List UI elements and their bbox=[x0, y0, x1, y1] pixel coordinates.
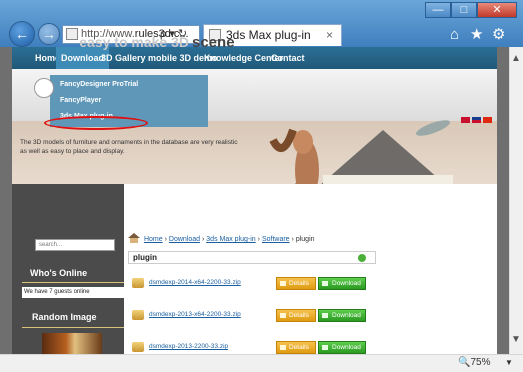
breadcrumb-separator: › bbox=[164, 236, 167, 243]
details-button[interactable]: Details bbox=[276, 309, 316, 322]
vertical-scrollbar[interactable] bbox=[509, 47, 523, 354]
highlight-ring bbox=[44, 116, 148, 130]
status-ok-icon bbox=[358, 254, 366, 262]
close-icon[interactable]: ✕ bbox=[477, 2, 517, 18]
search-input[interactable]: search... bbox=[35, 239, 115, 251]
random-image[interactable] bbox=[42, 333, 102, 354]
guests-online-text: We have 7 guests online bbox=[22, 287, 124, 298]
hero-title: easy to make 3D scene bbox=[79, 34, 235, 51]
gear-icon[interactable]: ⚙ bbox=[492, 25, 505, 43]
hero-description: The 3D models of furniture and ornaments… bbox=[20, 139, 238, 155]
divider bbox=[22, 282, 124, 283]
menu-item-fancydesigner[interactable]: FancyDesigner ProTrial bbox=[60, 81, 138, 88]
page-icon bbox=[66, 28, 78, 40]
file-link[interactable]: dsmdexp-2013-x64-2200-33.zip bbox=[149, 311, 241, 318]
download-button[interactable]: Download bbox=[318, 277, 366, 290]
random-image-heading: Random Image bbox=[32, 312, 97, 322]
details-button[interactable]: Details bbox=[276, 277, 316, 290]
tab-title: 3ds Max plug-in bbox=[226, 28, 311, 42]
file-link[interactable]: dsmdexp-2013-2200-33.zip bbox=[149, 343, 228, 350]
breadcrumb: Home › Download › 3ds Max plug-in › Soft… bbox=[128, 236, 315, 243]
download-button[interactable]: Download bbox=[318, 309, 366, 322]
breadcrumb-current: plugin bbox=[295, 236, 315, 243]
forward-button[interactable]: → bbox=[38, 23, 60, 45]
hero-title-text: scene bbox=[192, 34, 235, 51]
breadcrumb-download[interactable]: Download bbox=[169, 236, 200, 243]
flag-icon[interactable] bbox=[461, 117, 470, 123]
breadcrumb-home[interactable]: Home bbox=[144, 236, 163, 243]
current-folder-box: plugin bbox=[128, 251, 376, 264]
folder-icon bbox=[132, 310, 144, 320]
zoom-value: 75% bbox=[470, 357, 491, 368]
forward-arrow-icon: → bbox=[42, 26, 56, 42]
breadcrumb-software[interactable]: Software bbox=[262, 236, 290, 243]
breadcrumb-separator: › bbox=[257, 236, 260, 243]
zoom-icon: 🔍 bbox=[458, 357, 471, 368]
breadcrumb-separator: › bbox=[291, 236, 294, 243]
breadcrumb-3ds-max-plugin[interactable]: 3ds Max plug-in bbox=[206, 236, 255, 243]
star-icon[interactable]: ★ bbox=[470, 25, 483, 43]
details-button[interactable]: Details bbox=[276, 341, 316, 354]
divider bbox=[22, 327, 124, 328]
site-nav: Home Download 3D Gallery mobile 3D demo … bbox=[12, 47, 497, 69]
nav-contact[interactable]: Contact bbox=[266, 47, 310, 69]
whos-online-heading: Who's Online bbox=[30, 268, 88, 278]
folder-icon bbox=[132, 342, 144, 352]
back-button[interactable]: ← bbox=[9, 21, 35, 47]
main-content bbox=[124, 184, 497, 354]
minimize-icon[interactable]: — bbox=[425, 2, 451, 18]
file-link[interactable]: dsmdexp-2014-x64-2200-33.zip bbox=[149, 279, 241, 286]
tab-close-icon[interactable]: × bbox=[326, 25, 333, 45]
language-flags bbox=[461, 117, 492, 123]
maximize-icon[interactable]: □ bbox=[451, 2, 477, 18]
home-icon[interactable]: ⌂ bbox=[450, 26, 459, 43]
app-logo-icon bbox=[34, 78, 54, 98]
download-button[interactable]: Download bbox=[318, 341, 366, 354]
scroll-up-icon[interactable]: ▲ bbox=[511, 53, 521, 64]
folder-icon bbox=[132, 278, 144, 288]
hero-title-faded: easy to make 3D bbox=[79, 34, 189, 50]
menu-item-fancyplayer[interactable]: FancyPlayer bbox=[60, 97, 101, 104]
flag-icon[interactable] bbox=[483, 117, 492, 123]
scroll-down-icon[interactable]: ▼ bbox=[511, 334, 521, 345]
breadcrumb-separator: › bbox=[201, 236, 205, 243]
flag-icon[interactable] bbox=[472, 117, 481, 123]
chevron-down-icon[interactable]: ▼ bbox=[505, 358, 513, 367]
back-arrow-icon: ← bbox=[15, 26, 29, 42]
window-controls: — □ ✕ bbox=[425, 2, 517, 18]
zoom-level[interactable]: 🔍75% bbox=[458, 357, 490, 368]
status-bar bbox=[0, 354, 523, 372]
